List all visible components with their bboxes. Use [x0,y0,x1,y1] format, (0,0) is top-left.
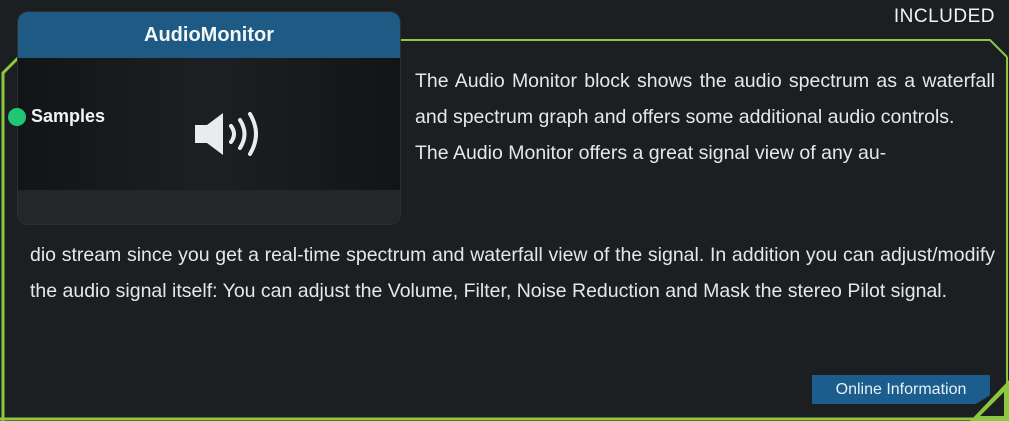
included-badge: INCLUDED [893,6,995,27]
description-line-2-start: The Audio Monitor offers a great signal … [415,142,887,164]
block-footer [18,190,400,224]
speaker-volume-icon [195,112,258,156]
online-information-button[interactable]: Online Information [812,375,990,404]
samples-port-label: Samples [31,106,106,126]
block-title: AudioMonitor [18,12,400,58]
description-line-1: The Audio Monitor block shows the audio … [415,70,995,128]
description-paragraph-2: dio stream since you get a real-time spe… [30,244,995,302]
description-paragraph-1: The Audio Monitor block shows the audio … [415,63,995,171]
samples-port-connector[interactable] [8,108,26,126]
